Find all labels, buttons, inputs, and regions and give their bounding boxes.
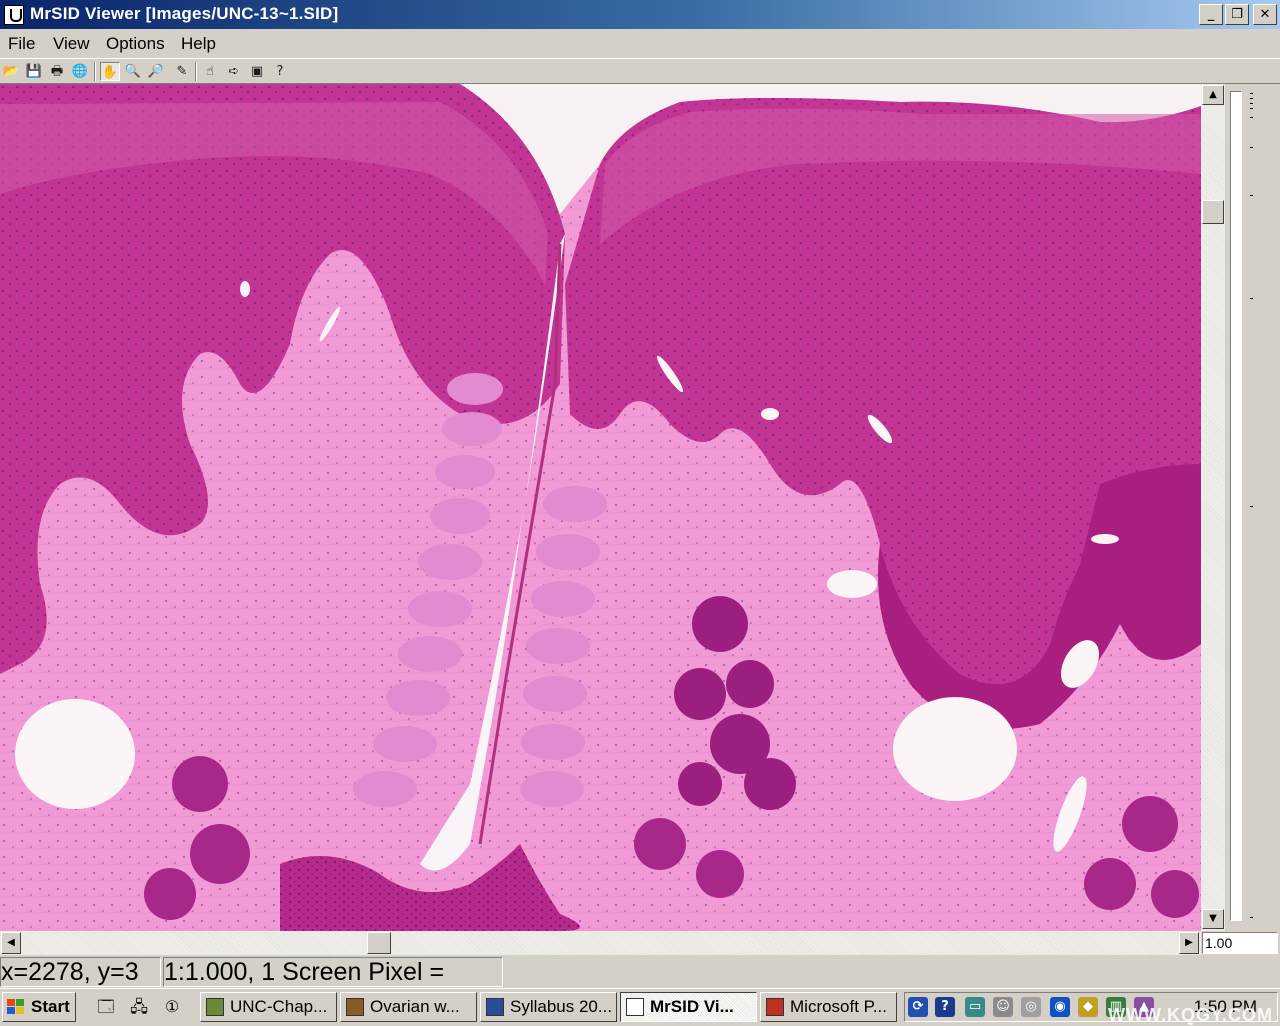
zoom-slider-panel [1225, 84, 1280, 931]
menu-help[interactable]: Help [181, 34, 216, 54]
scroll-left-button[interactable]: ◀ [1, 932, 21, 954]
zoom-value-field[interactable]: 1.00 [1202, 932, 1278, 954]
pointer-icon[interactable]: ☝ [200, 62, 220, 81]
close-button[interactable]: ✕ [1253, 4, 1277, 25]
watermark: WWW.KQGY.COM [1108, 1005, 1273, 1025]
task-mrsid-viewer[interactable]: MrSID Vi... [620, 992, 757, 1022]
shield-icon[interactable]: ◆ [1078, 997, 1098, 1017]
menu-file[interactable]: File [8, 34, 35, 54]
globe-icon[interactable]: 🌐 [70, 62, 90, 81]
zoom-in-icon[interactable]: 🔍 [123, 62, 143, 81]
title-bar[interactable]: MrSID Viewer [Images/UNC-13~1.SID] _ ❐ ✕ [0, 0, 1280, 29]
horizontal-scrollbar[interactable]: ◀ ▶ [0, 931, 1201, 955]
zoom-slider-track[interactable] [1230, 91, 1242, 921]
pan-hand-icon[interactable]: ✋ [100, 62, 120, 81]
scroll-down-button[interactable]: ▼ [1202, 909, 1224, 929]
windows-logo-icon [7, 999, 25, 1015]
scroll-right-button[interactable]: ▶ [1179, 932, 1199, 954]
help-icon[interactable]: ? [270, 62, 290, 81]
zoom-out-icon[interactable]: 🔎 [146, 62, 166, 81]
network-icon[interactable]: 🖧 [128, 996, 150, 1018]
network-tray-icon[interactable]: ◉ [1050, 997, 1070, 1017]
start-label: Start [31, 997, 70, 1016]
menu-options[interactable]: Options [106, 34, 165, 54]
status-bar: x=2278, y=3 1:1.000, 1 Screen Pixel = [0, 955, 1280, 988]
help-tray-icon[interactable]: ? [935, 997, 955, 1017]
people-icon[interactable]: ☺ [993, 997, 1013, 1017]
monitor-icon[interactable]: ▭ [965, 997, 985, 1017]
vertical-scroll-thumb[interactable] [1202, 200, 1224, 224]
document-icon [206, 998, 224, 1016]
task-ovarian[interactable]: Ovarian w... [340, 992, 477, 1022]
horizontal-scroll-thumb[interactable] [367, 932, 391, 954]
app-icon[interactable]: ① [161, 996, 183, 1018]
system-tray: ⟳ ? ▭ ☺ ◎ ◉ ◆ ▥ ▲ 1:50 PM WWW.KQGY.COM [904, 992, 1278, 1025]
powerpoint-icon [766, 998, 784, 1016]
status-scale: 1:1.000, 1 Screen Pixel = [163, 957, 503, 987]
mrsid-app-icon[interactable] [4, 5, 24, 25]
image-viewport[interactable] [0, 84, 1201, 931]
scroll-up-button[interactable]: ▲ [1202, 85, 1224, 105]
save-icon[interactable]: 💾 [24, 62, 44, 81]
task-microsoft-powerpoint[interactable]: Microsoft P... [760, 992, 897, 1022]
arrow-right-icon[interactable]: ➪ [224, 62, 244, 81]
sync-icon[interactable]: ⟳ [908, 997, 928, 1017]
word-icon [486, 998, 504, 1016]
pencil-icon[interactable]: ✎ [172, 62, 192, 81]
status-coordinates: x=2278, y=3 [0, 957, 161, 987]
camera-icon[interactable]: ▣ [247, 62, 267, 81]
vertical-scrollbar[interactable]: ▲ ▼ [1201, 84, 1225, 931]
task-syllabus[interactable]: Syllabus 20... [480, 992, 617, 1022]
cd-icon[interactable]: ◎ [1021, 997, 1041, 1017]
taskbar: Start 🗔 🖧 ① UNC-Chap... Ovarian w... Syl… [0, 988, 1280, 1025]
menu-view[interactable]: View [53, 34, 90, 54]
window-title: MrSID Viewer [Images/UNC-13~1.SID] [30, 4, 339, 23]
restore-button[interactable]: ❐ [1225, 4, 1249, 25]
mrsid-icon [626, 998, 644, 1016]
toolbar: 📂 💾 🖶 🌐 ✋ 🔍 🔎 ✎ ☝ ➪ ▣ ? [0, 58, 1280, 84]
print-icon[interactable]: 🖶 [47, 62, 67, 81]
desktop-icon[interactable]: 🗔 [95, 996, 117, 1018]
minimize-button[interactable]: _ [1199, 4, 1223, 25]
menu-bar: File View Options Help [0, 29, 1280, 57]
toolbar-separator [195, 62, 197, 81]
histology-image [0, 84, 1201, 931]
task-unc-chap[interactable]: UNC-Chap... [200, 992, 337, 1022]
start-button[interactable]: Start [2, 992, 76, 1022]
mrsid-viewer-window: MrSID Viewer [Images/UNC-13~1.SID] _ ❐ ✕… [0, 0, 1280, 988]
open-folder-icon[interactable]: 📂 [1, 62, 21, 81]
toolbar-separator [94, 62, 96, 81]
image-icon [346, 998, 364, 1016]
